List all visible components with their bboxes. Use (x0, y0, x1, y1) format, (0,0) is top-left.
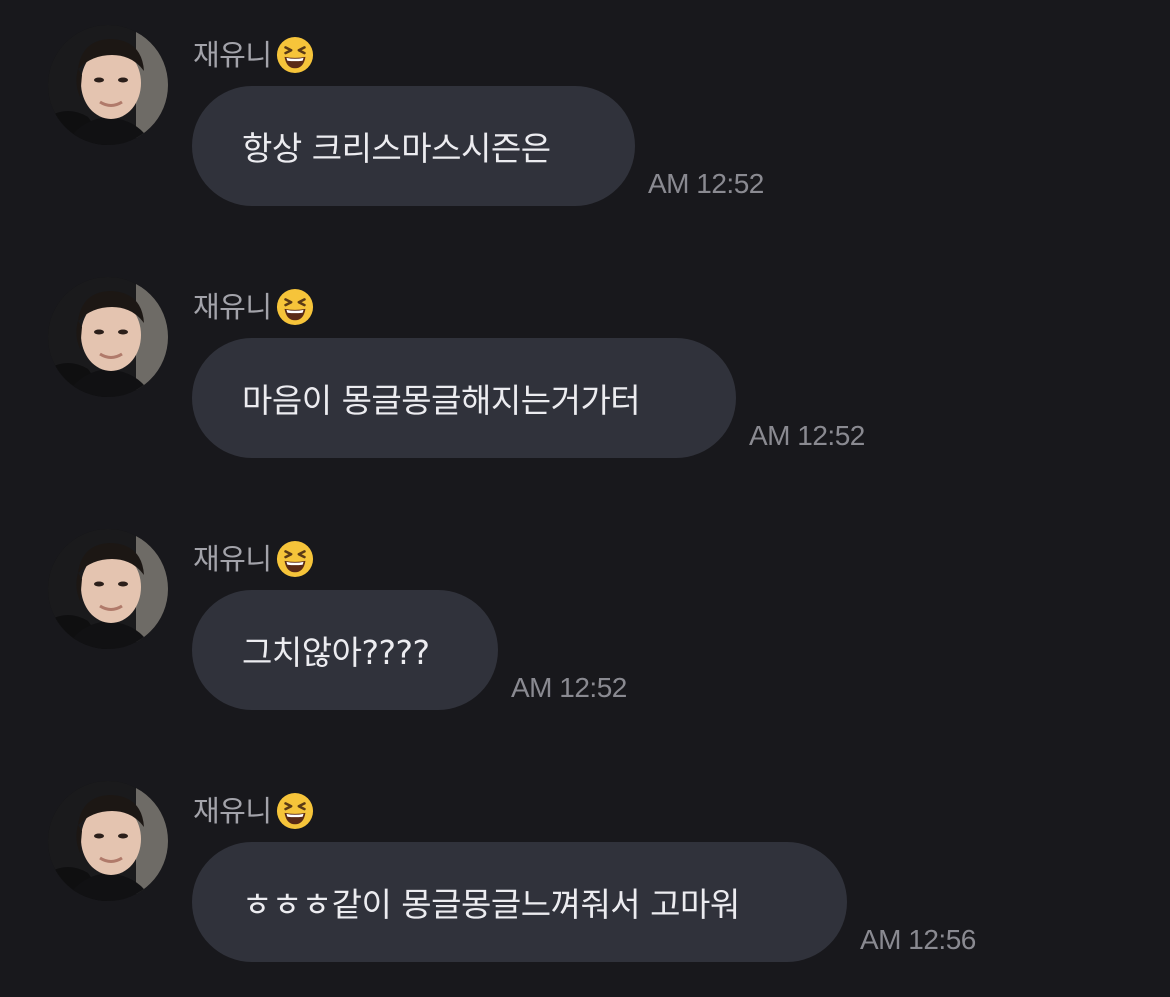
profile-photo-icon (48, 25, 168, 145)
message-timestamp: AM 12:52 (511, 672, 627, 703)
message-text: 항상 크리스마스시즌은 (242, 129, 551, 168)
grinning-squinting-face-emoji (276, 288, 313, 326)
message-bubble[interactable]: 그치않아???? (192, 590, 498, 710)
sender-header: 재유니 (193, 285, 314, 329)
grinning-squinting-face-emoji (276, 540, 313, 578)
avatar[interactable] (48, 529, 168, 649)
sender-header: 재유니 (193, 33, 314, 77)
message-timestamp: AM 12:56 (860, 924, 976, 955)
message-row: 재유니 ㅎㅎㅎ같이 몽글몽글느껴줘서 고마워 AM 12:56 (0, 781, 1170, 997)
chat-messages: 재유니 항상 크리스마스시즌은 AM 12:52 재유니 마음이 몽글몽글해지는… (0, 0, 1170, 997)
message-text: ㅎㅎㅎ같이 몽글몽글느껴줘서 고마워 (242, 885, 740, 924)
avatar[interactable] (48, 277, 168, 397)
grinning-squinting-face-emoji (276, 36, 313, 74)
message-row: 재유니 항상 크리스마스시즌은 AM 12:52 (0, 25, 1170, 265)
message-bubble[interactable]: ㅎㅎㅎ같이 몽글몽글느껴줘서 고마워 (192, 842, 847, 962)
message-text: 그치않아???? (242, 633, 430, 672)
profile-photo-icon (48, 277, 168, 397)
sender-name: 재유니 (193, 794, 272, 828)
message-bubble[interactable]: 항상 크리스마스시즌은 (192, 86, 635, 206)
sender-header: 재유니 (193, 789, 314, 833)
message-row: 재유니 마음이 몽글몽글해지는거가터 AM 12:52 (0, 277, 1170, 517)
message-text: 마음이 몽글몽글해지는거가터 (242, 381, 641, 420)
message-timestamp: AM 12:52 (749, 420, 865, 451)
grinning-squinting-face-emoji (276, 792, 313, 830)
avatar[interactable] (48, 781, 168, 901)
sender-name: 재유니 (193, 542, 272, 576)
avatar[interactable] (48, 25, 168, 145)
sender-header: 재유니 (193, 537, 314, 581)
sender-name: 재유니 (193, 38, 272, 72)
sender-name: 재유니 (193, 290, 272, 324)
message-bubble[interactable]: 마음이 몽글몽글해지는거가터 (192, 338, 736, 458)
message-row: 재유니 그치않아???? AM 12:52 (0, 529, 1170, 769)
profile-photo-icon (48, 781, 168, 901)
profile-photo-icon (48, 529, 168, 649)
message-timestamp: AM 12:52 (648, 168, 764, 199)
